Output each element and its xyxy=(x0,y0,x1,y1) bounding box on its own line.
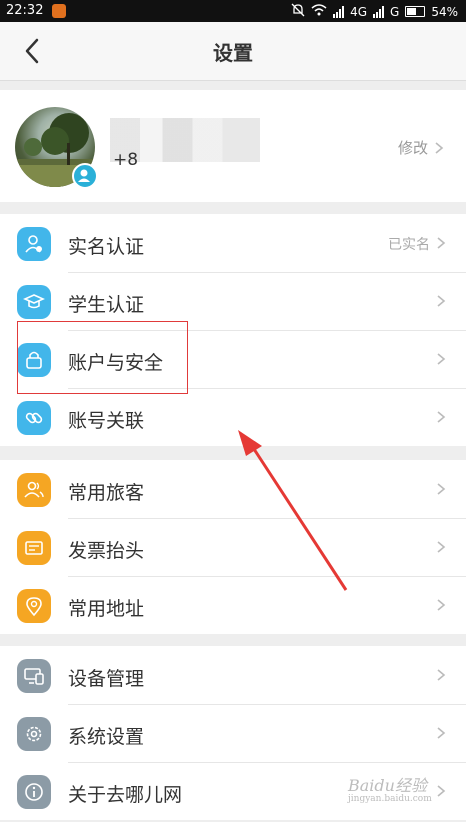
chevron-right-icon xyxy=(437,411,446,423)
chevron-right-icon xyxy=(437,483,446,495)
status-time: 22:32 xyxy=(6,3,44,18)
chevron-right-icon xyxy=(437,669,446,681)
edit-profile-link[interactable]: 修改 xyxy=(398,137,444,158)
chevron-right-icon xyxy=(437,353,446,365)
row-frequent-addresses[interactable]: 常用地址 xyxy=(0,576,466,634)
row-invoice-title[interactable]: 发票抬头 xyxy=(0,518,466,576)
row-label: 账号关联 xyxy=(68,410,145,432)
signal-icon xyxy=(333,5,345,18)
profile-card[interactable]: +8 修改 xyxy=(0,90,466,202)
traveler-settings-group: 常用旅客 发票抬头 常用地址 xyxy=(0,460,466,634)
gear-icon xyxy=(17,717,51,751)
row-label: 发票抬头 xyxy=(68,540,145,562)
row-system-settings[interactable]: 系统设置 xyxy=(0,704,466,762)
row-label: 系统设置 xyxy=(68,726,145,748)
watermark-main: Baidu经验 xyxy=(348,776,427,795)
edit-label: 修改 xyxy=(397,139,428,157)
page-title: 设置 xyxy=(213,41,253,65)
wifi-icon xyxy=(311,4,327,19)
row-value: 已实名 xyxy=(388,237,430,253)
person-id-icon xyxy=(17,227,51,261)
chevron-right-icon xyxy=(435,141,444,154)
nav-bar: 设置 xyxy=(0,22,466,81)
row-label: 实名认证 xyxy=(68,236,145,258)
phone-number: +8 xyxy=(113,150,139,170)
devices-icon xyxy=(17,659,51,693)
row-label: 学生认证 xyxy=(68,294,145,316)
row-label: 关于去哪儿网 xyxy=(68,784,183,806)
graduation-cap-icon xyxy=(17,285,51,319)
row-label: 常用旅客 xyxy=(68,482,145,504)
chevron-right-icon xyxy=(437,727,446,739)
row-real-name-verification[interactable]: 实名认证 已实名 xyxy=(0,214,466,272)
location-pin-icon xyxy=(17,589,51,623)
watermark: Baidu经验 jingyan.baidu.com xyxy=(348,772,458,816)
row-label: 常用地址 xyxy=(68,598,145,620)
signal-icon-2 xyxy=(373,5,385,18)
chevron-right-icon xyxy=(437,237,446,249)
invoice-icon xyxy=(17,531,51,565)
info-icon xyxy=(17,775,51,809)
row-device-management[interactable]: 设备管理 xyxy=(0,646,466,704)
mute-icon xyxy=(291,3,305,20)
link-icon xyxy=(17,401,51,435)
status-icons: 4G G 54% xyxy=(291,3,458,20)
battery-level: 54% xyxy=(431,4,458,19)
people-icon xyxy=(17,473,51,507)
row-linked-accounts[interactable]: 账号关联 xyxy=(0,388,466,446)
chevron-right-icon xyxy=(437,599,446,611)
status-bar: 22:32 4G G 54% xyxy=(0,0,466,22)
chevron-right-icon xyxy=(437,295,446,307)
row-frequent-travelers[interactable]: 常用旅客 xyxy=(0,460,466,518)
chevron-right-icon xyxy=(437,541,446,553)
row-label: 设备管理 xyxy=(68,668,145,690)
watermark-sub: jingyan.baidu.com xyxy=(348,794,432,804)
network-type: 4G xyxy=(350,4,368,19)
app-notification-icon xyxy=(52,4,66,18)
verified-badge-icon xyxy=(72,163,98,189)
battery-icon xyxy=(405,6,426,17)
highlight-box xyxy=(17,321,188,394)
network-type-2: G xyxy=(390,4,400,19)
